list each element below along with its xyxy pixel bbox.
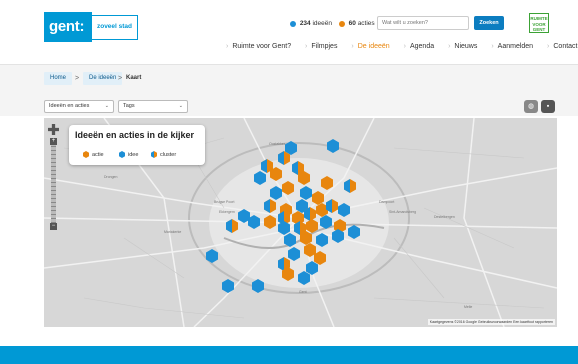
nav-aanmelden[interactable]: Aanmelden (491, 43, 533, 50)
idee-map-marker[interactable] (327, 139, 339, 153)
actie-map-marker[interactable] (306, 219, 318, 233)
idee-map-marker[interactable] (298, 271, 310, 285)
nav-agenda[interactable]: Agenda (404, 43, 434, 50)
chevron-down-icon: ⌄ (178, 103, 183, 109)
actie-map-marker[interactable] (312, 191, 324, 205)
zoom-out-button[interactable]: − (50, 223, 57, 230)
legend-title: Ideeën en acties in de kijker (75, 130, 195, 140)
idee-map-marker[interactable] (306, 261, 318, 275)
cluster-map-marker[interactable] (226, 219, 238, 233)
actions-label: acties (357, 20, 375, 27)
actions-count: 60 (348, 20, 356, 27)
ideas-label: ideeën (312, 20, 333, 27)
breadcrumb-separator: > (118, 75, 123, 82)
breadcrumb-ideas[interactable]: De ideeën (83, 72, 123, 85)
chevron-down-icon: ⌄ (104, 103, 109, 109)
type-select-value: Ideeën en acties (49, 103, 90, 109)
idee-map-marker[interactable] (252, 279, 264, 293)
main-nav: Ruimte voor Gent? Filmpjes De ideeën Age… (226, 43, 577, 50)
globe-icon[interactable]: ◍ (524, 100, 538, 113)
idee-map-marker[interactable] (254, 171, 266, 185)
idee-map-marker[interactable] (222, 279, 234, 293)
tags-select[interactable]: Tags ⌄ (118, 100, 188, 113)
legend-cluster: cluster (151, 151, 176, 158)
nav-contact[interactable]: Contact (547, 43, 577, 50)
tags-select-value: Tags (123, 103, 135, 109)
zoom-slider[interactable] (51, 138, 56, 230)
idee-map-marker[interactable] (270, 186, 282, 200)
gent-logo[interactable]: gent: zoveel stad (44, 12, 140, 42)
nav-nieuws[interactable]: Nieuws (448, 43, 477, 50)
ideas-count: 234 (299, 20, 311, 27)
legend-cluster-label: cluster (160, 151, 177, 158)
filter-bar: Ideeën en acties ⌄ Tags ⌄ ◍ ▪ (0, 90, 578, 116)
zoom-in-button[interactable]: + (50, 138, 57, 145)
cluster-marker-icon (151, 151, 157, 158)
actie-map-marker[interactable] (282, 181, 294, 195)
legend-actie-label: actie (92, 151, 104, 158)
cluster-map-marker[interactable] (344, 179, 356, 193)
zoom-control: + − (48, 124, 59, 232)
ideas-map[interactable]: Oostakker Brugse Poort Ekkergem Dampoort… (44, 118, 557, 327)
legend-idee: idee (119, 151, 138, 158)
action-pin-icon (338, 20, 345, 27)
logo-tagline: zoveel stad (91, 15, 138, 40)
logo-main: gent: (44, 12, 92, 42)
breadcrumb: Home > De ideeën > Kaart (0, 64, 578, 90)
idee-map-marker[interactable] (348, 225, 360, 239)
idee-map-marker[interactable] (316, 233, 328, 247)
nav-de-ideeen[interactable]: De ideeën (351, 43, 390, 50)
idee-map-marker[interactable] (284, 233, 296, 247)
breadcrumb-current: Kaart (126, 75, 142, 81)
idee-map-marker[interactable] (288, 247, 300, 261)
grid-icon[interactable]: ▪ (541, 100, 555, 113)
legend-actie: actie (83, 151, 104, 158)
cluster-map-marker[interactable] (264, 199, 276, 213)
idee-map-marker[interactable] (300, 186, 312, 200)
stats-counter: 234 ideeën 60 acties (290, 20, 375, 27)
breadcrumb-home[interactable]: Home (44, 72, 73, 85)
map-legend: Ideeën en acties in de kijker actie idee… (69, 125, 205, 165)
nav-ruimte-voor-gent[interactable]: Ruimte voor Gent? (226, 43, 291, 50)
nav-filmpjes[interactable]: Filmpjes (305, 43, 337, 50)
idee-map-marker[interactable] (338, 203, 350, 217)
actie-marker-icon (83, 151, 89, 158)
idee-marker-icon (119, 151, 125, 158)
idee-map-marker[interactable] (320, 215, 332, 229)
idee-map-marker[interactable] (206, 249, 218, 263)
breadcrumb-separator: > (75, 75, 80, 82)
site-header: gent: zoveel stad 234 ideeën 60 acties Z… (0, 0, 578, 64)
search-input[interactable] (377, 16, 469, 30)
actie-map-marker[interactable] (264, 215, 276, 229)
site-footer (0, 346, 578, 364)
actie-map-marker[interactable] (321, 176, 333, 190)
ruimte-voor-gent-logo[interactable]: RUIMTE VOOR GENT (529, 13, 549, 33)
legend-idee-label: idee (128, 151, 139, 158)
map-copyright: Kaartgegevens ©2016 Google Gebruiksvoorw… (427, 319, 555, 325)
type-select[interactable]: Ideeën en acties ⌄ (44, 100, 114, 113)
search-button[interactable]: Zoeken (474, 16, 504, 30)
idee-map-marker[interactable] (278, 221, 290, 235)
idea-pin-icon (290, 20, 296, 27)
